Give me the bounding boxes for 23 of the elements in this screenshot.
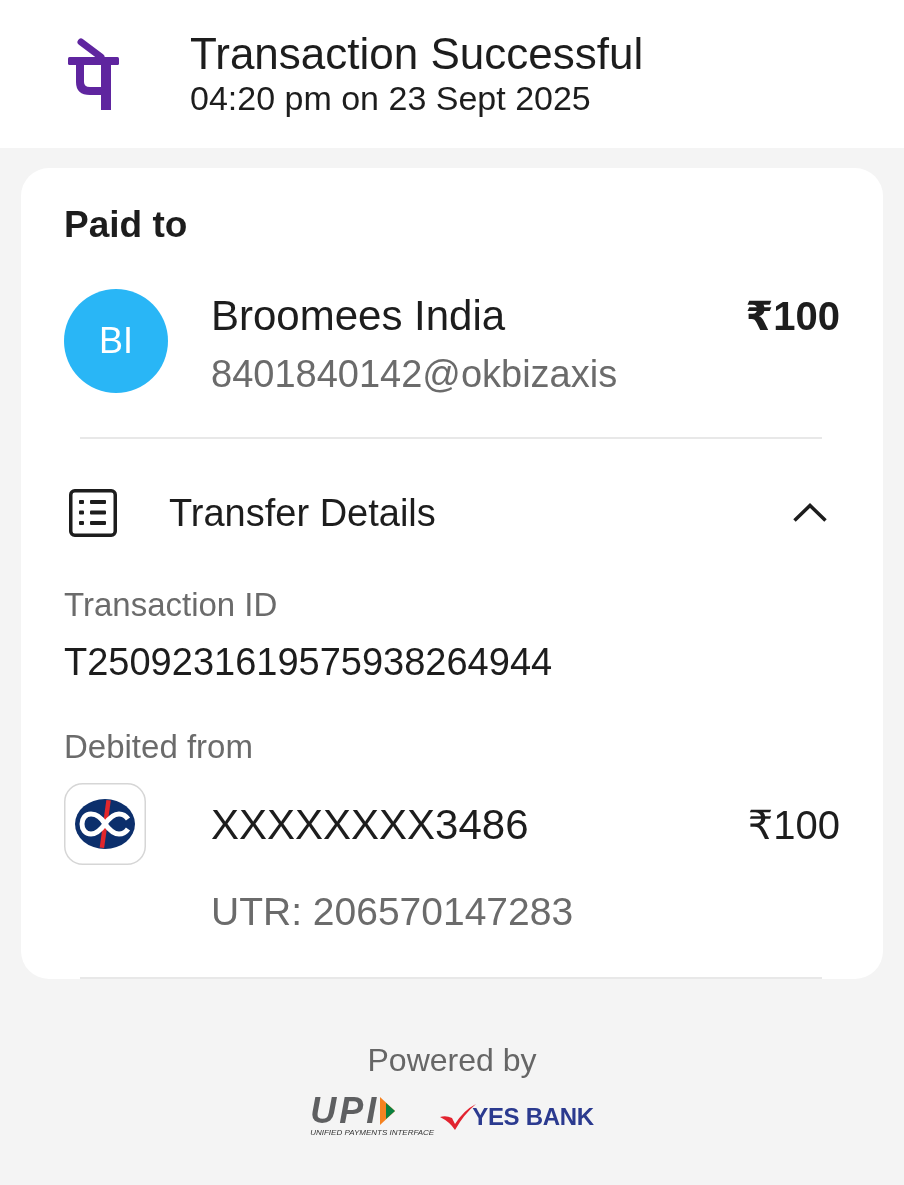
- triangle-arrow-icon: [380, 1097, 396, 1125]
- debited-from-label: Debited from: [64, 727, 253, 767]
- upi-tagline: UNIFIED PAYMENTS INTERFACE: [310, 1128, 435, 1138]
- transaction-status-title: Transaction Successful: [190, 30, 644, 78]
- logo-icon: [68, 38, 119, 110]
- upi-wordmark: UPI: [310, 1096, 380, 1126]
- utr-number: UTR: 206570147283: [211, 889, 574, 935]
- list-icon: [69, 488, 117, 537]
- transaction-timestamp: 04:20 pm on 23 Sept 2025: [190, 78, 591, 118]
- bank-wordmark: YES BANK: [472, 1103, 594, 1131]
- account-number: XXXXXXXX3486: [211, 800, 529, 850]
- debited-amount: ₹100: [747, 802, 840, 849]
- paid-to-heading: Paid to: [64, 203, 188, 247]
- transfer-details-title: Transfer Details: [169, 490, 436, 536]
- bank-logo-icon: [64, 783, 146, 865]
- payee-name: Broomees India: [211, 291, 506, 341]
- transaction-id-label: Transaction ID: [64, 585, 278, 625]
- transaction-id-value: T2509231619575938264944: [64, 640, 553, 685]
- chevron-icon[interactable]: [792, 502, 828, 523]
- powered-by-text: Powered by: [367, 1041, 537, 1080]
- avatar: BI: [64, 289, 168, 393]
- payment-amount: ₹100: [745, 293, 840, 340]
- payee-upi-id: 8401840142@okbizaxis: [211, 352, 618, 397]
